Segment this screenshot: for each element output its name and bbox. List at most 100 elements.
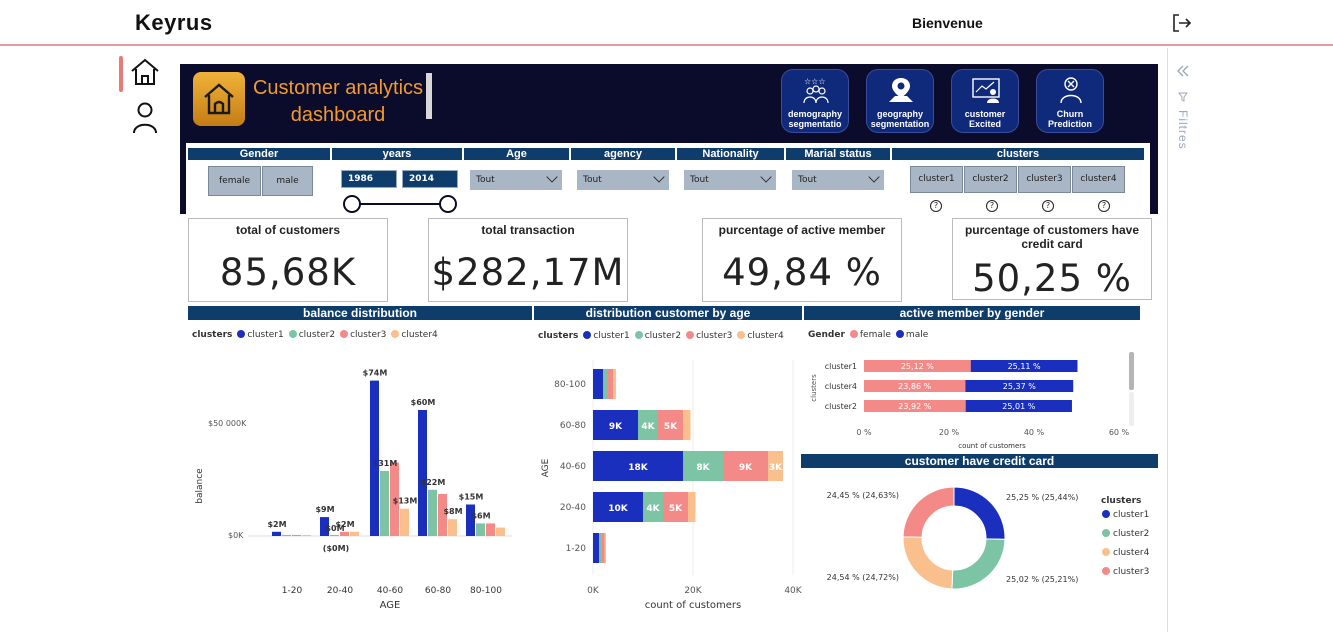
data-label: $2M <box>267 520 286 529</box>
balance-bar-cluster1[interactable] <box>418 410 427 536</box>
balance-bar-cluster4[interactable] <box>350 531 359 536</box>
x-tick-label: 1-20 <box>282 586 303 596</box>
age-bar-cluster3[interactable] <box>608 369 613 399</box>
donut-slice-cluster2[interactable] <box>951 538 1006 590</box>
cluster1-help-icon[interactable]: ? <box>930 200 942 212</box>
data-label: 25,25 % (25,44%) <box>1006 493 1078 502</box>
balance-bar-cluster4[interactable] <box>302 534 311 536</box>
balance-bar-cluster2[interactable] <box>380 470 389 536</box>
people-stars-icon: ☆☆☆ <box>803 77 829 104</box>
balance-bar-cluster2[interactable] <box>476 523 485 536</box>
data-label: $9M <box>315 505 334 514</box>
y-tick-label: 60-80 <box>560 421 586 431</box>
legend-item[interactable]: female <box>860 330 891 340</box>
age-bar-cluster4[interactable] <box>683 410 691 440</box>
agency-dropdown[interactable]: Tout <box>577 170 669 190</box>
year-slider-start-handle[interactable] <box>343 195 361 213</box>
x-tick-label: 40K <box>784 586 802 596</box>
nav-demography-segmentation[interactable]: ☆☆☆ demography segmentatio <box>781 69 849 133</box>
age-bar-cluster1[interactable] <box>593 533 599 563</box>
nav-tile-label: segmentation <box>870 119 930 129</box>
welcome-text: Bienvenue <box>912 15 983 31</box>
year-to-input[interactable]: 2014 <box>402 170 458 188</box>
legend-item[interactable]: cluster2 <box>299 330 335 340</box>
filters-label[interactable]: Filtres <box>1176 110 1190 150</box>
dashboard-home-button[interactable] <box>193 72 245 126</box>
age-bar-cluster4[interactable] <box>613 369 616 399</box>
marital-dropdown[interactable]: Tout <box>792 170 884 190</box>
credit-chart: clusters 25,25 % (25,44%) 25,02 % (25,21%… <box>827 486 1150 590</box>
agency-dropdown-value: Tout <box>583 175 602 185</box>
legend-item[interactable]: cluster3 <box>350 330 386 340</box>
legend-item[interactable]: cluster3 <box>1113 567 1149 577</box>
brand-logo[interactable]: Keyrus <box>135 10 213 36</box>
data-label: 8K <box>696 463 710 473</box>
age-bar-cluster4[interactable] <box>688 492 696 522</box>
cluster4-help-icon[interactable]: ? <box>1098 200 1110 212</box>
cluster3-help-icon[interactable]: ? <box>1042 200 1054 212</box>
age-bar-cluster2[interactable] <box>599 533 602 563</box>
cluster2-help-icon[interactable]: ? <box>986 200 998 212</box>
balance-bar-cluster4[interactable] <box>400 508 409 536</box>
x-tick-label: 20-40 <box>327 586 353 596</box>
donut-slice-cluster4[interactable] <box>902 536 954 590</box>
nav-churn-prediction[interactable]: Churn Prediction <box>1036 69 1104 133</box>
active-nav-marker <box>119 56 123 92</box>
year-slider-track[interactable] <box>352 203 448 205</box>
kpi-value: 50,25 % <box>972 257 1132 300</box>
nationality-dropdown[interactable]: Tout <box>684 170 776 190</box>
donut-slice-cluster1[interactable] <box>953 486 1006 540</box>
x-axis-label: count of customers <box>958 442 1026 450</box>
gender-female-chip[interactable]: female <box>208 166 261 196</box>
svg-text:☆☆☆: ☆☆☆ <box>804 77 826 86</box>
age-bar-cluster2[interactable] <box>603 369 608 399</box>
balance-bar-cluster2[interactable] <box>330 535 339 536</box>
scrollbar-thumb[interactable] <box>1129 352 1134 390</box>
donut-slice-cluster3[interactable] <box>902 486 955 538</box>
y-tick-label: $0K <box>228 531 244 540</box>
age-bar-cluster3[interactable] <box>601 533 605 563</box>
cluster2-chip[interactable]: cluster2 <box>964 166 1017 193</box>
gender-male-chip[interactable]: male <box>262 166 313 196</box>
year-slider-end-handle[interactable] <box>439 195 457 213</box>
data-label: 4K <box>646 504 660 514</box>
age-bar-cluster4[interactable] <box>604 533 607 563</box>
legend-item[interactable]: cluster4 <box>401 330 437 340</box>
data-label: $31M <box>373 459 398 468</box>
user-icon[interactable] <box>131 100 159 134</box>
kpi-active-member: purcentage of active member 49,84 % <box>702 218 902 302</box>
legend-item[interactable]: male <box>906 330 928 340</box>
kpi-total-transaction: total transaction $282,17M <box>428 218 628 302</box>
y-tick-label: 80-100 <box>554 380 586 390</box>
balance-bar-cluster2[interactable] <box>428 489 437 536</box>
legend-item[interactable]: cluster1 <box>1113 510 1149 520</box>
cluster4-chip[interactable]: cluster4 <box>1072 166 1125 193</box>
cluster1-chip[interactable]: cluster1 <box>910 166 963 193</box>
y-tick-label: $50 000K <box>208 419 247 428</box>
scrollbar-track[interactable] <box>1129 392 1134 426</box>
x-tick-label: 60 % <box>1109 428 1130 437</box>
logout-icon[interactable] <box>1170 12 1192 34</box>
cluster3-chip[interactable]: cluster3 <box>1018 166 1071 193</box>
age-bar-cluster1[interactable] <box>593 369 603 399</box>
balance-bar-cluster3[interactable] <box>486 523 495 536</box>
legend-item[interactable]: cluster2 <box>1113 529 1149 539</box>
nav-customer-excited[interactable]: customer Excited <box>951 69 1019 133</box>
age-dropdown[interactable]: Tout <box>470 170 562 190</box>
year-from-input[interactable]: 1986 <box>341 170 397 188</box>
legend-title: clusters <box>1101 496 1141 506</box>
balance-bar-cluster2[interactable] <box>282 534 291 536</box>
balance-bar-cluster3[interactable] <box>292 534 301 536</box>
balance-bar-cluster1[interactable] <box>272 531 281 536</box>
collapse-chevrons-icon[interactable] <box>1176 64 1190 78</box>
home-icon[interactable] <box>129 56 161 88</box>
filter-icon <box>1178 92 1188 102</box>
legend-item[interactable]: cluster4 <box>1113 548 1150 558</box>
nav-geography-segmentation[interactable]: geography segmentation <box>866 69 934 133</box>
kpi-total-customers: total of customers 85,68K <box>188 218 388 302</box>
balance-bar-cluster4[interactable] <box>448 519 457 536</box>
legend-swatch <box>583 331 592 339</box>
nav-tile-label: demography <box>787 109 842 119</box>
legend-item[interactable]: cluster1 <box>247 330 283 340</box>
balance-bar-cluster4[interactable] <box>496 527 505 536</box>
